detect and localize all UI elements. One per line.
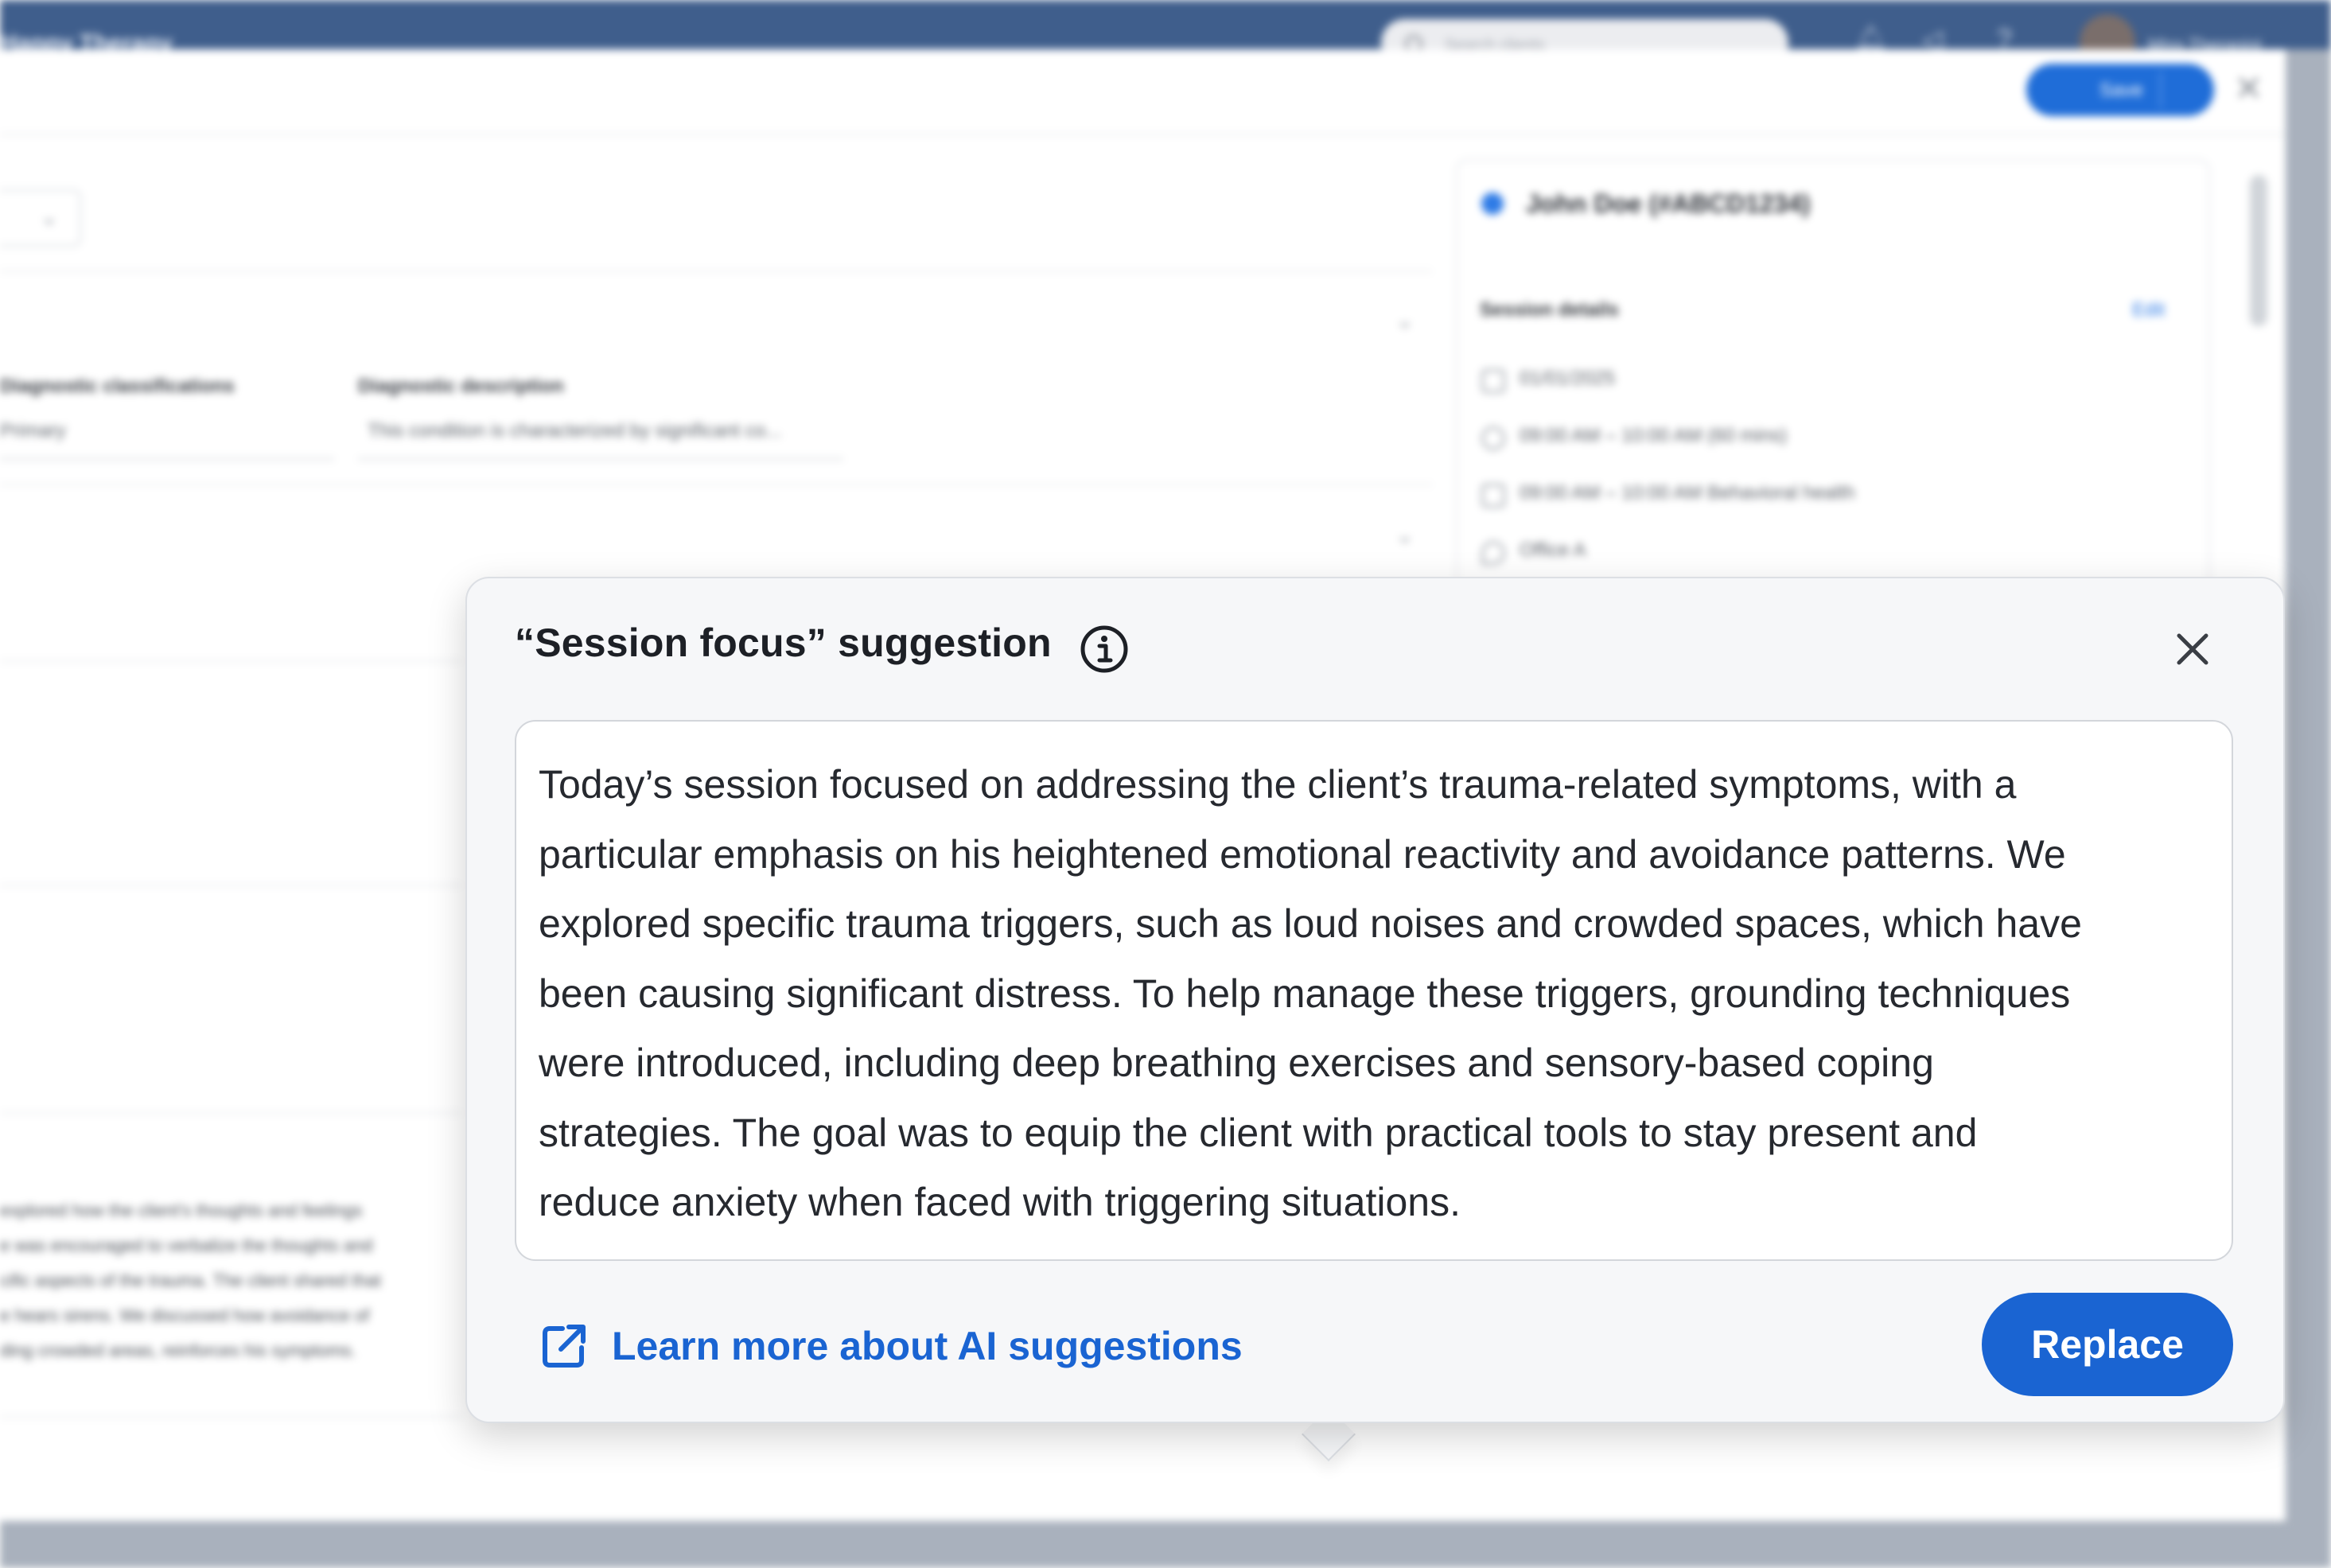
edit-session-link[interactable]: Edit [2132,299,2165,321]
chevron-down-icon[interactable]: ⌄ [1395,307,1414,333]
session-service: 09:00 AM – 10:00 AM Behavioral health [1520,482,1855,504]
session-time: 09:00 AM – 10:00 AM (60 mins) [1520,425,1788,446]
narrative-line: cific aspects of the trauma. The client … [0,1270,381,1290]
ai-suggestion-popover: “Session focus” suggestion Today’s sessi… [465,577,2285,1423]
session-location: Office A [1520,539,1586,561]
session-date: 01/01/2025 [1520,368,1616,389]
narrative-line: e was encouraged to verbalize the though… [0,1235,373,1255]
suggestion-title: “Session focus” suggestion [515,621,1052,665]
diag-desc-value: This condition is characterized by signi… [368,420,782,442]
top-nav-bar: Happy Therapy Search clients 🔔︎ ◁ ? Miss… [0,0,2331,70]
diag-desc-label: Diagnostic description [358,375,564,397]
client-status-dot [1481,193,1504,215]
section-divider [0,484,1432,485]
suggestion-body: Today’s session focused on addressing th… [539,762,2082,1224]
section-divider [0,1112,461,1114]
suggestion-textbox[interactable]: Today’s session focused on addressing th… [515,720,2233,1261]
learn-more-label: Learn more about AI suggestions [612,1324,1243,1368]
section-divider [0,270,1432,272]
location-icon [1481,541,1505,565]
narrative-line: explored how the client's thoughts and f… [0,1200,363,1220]
client-name[interactable]: John Doe (#ABCD1234) [1526,189,1810,219]
header-divider [0,134,2286,135]
calendar-icon [1481,369,1505,393]
overlay-edge [2286,49,2331,1568]
session-narrative: explored how the client's thoughts and f… [0,1193,461,1368]
clock-icon [1481,426,1505,450]
field-underline [0,458,334,460]
save-button-label: Save [2099,80,2143,101]
learn-more-link[interactable]: Learn more about AI suggestions [539,1318,1243,1374]
narrative-line: ding crowded areas, reinforces his sympt… [0,1340,356,1360]
service-icon [1481,484,1505,508]
field-underline [358,458,843,460]
overlay-edge-bottom [0,1521,2331,1568]
close-icon[interactable] [2171,628,2214,671]
save-split-divider [2160,72,2162,108]
info-icon[interactable] [1080,624,1129,674]
replace-button[interactable]: Replace [1982,1293,2233,1396]
section-divider [0,885,461,886]
chevron-down-icon: ⌄ [40,204,59,229]
chevron-down-icon[interactable]: ⌄ [1395,522,1414,548]
external-link-icon [543,1325,586,1368]
scrollbar[interactable] [2250,175,2267,326]
save-button[interactable]: Save [2026,64,2214,116]
section-divider [0,1416,461,1418]
modal-close-icon[interactable]: ✕ [2234,68,2263,109]
section-divider [0,660,461,662]
diag-class-value: Primary [0,420,66,442]
session-details-title: Session details [1480,299,1619,321]
narrative-line: e hears sirens. We discussed how avoidan… [0,1305,370,1325]
diag-class-label: Diagnostic classifications [0,375,235,397]
